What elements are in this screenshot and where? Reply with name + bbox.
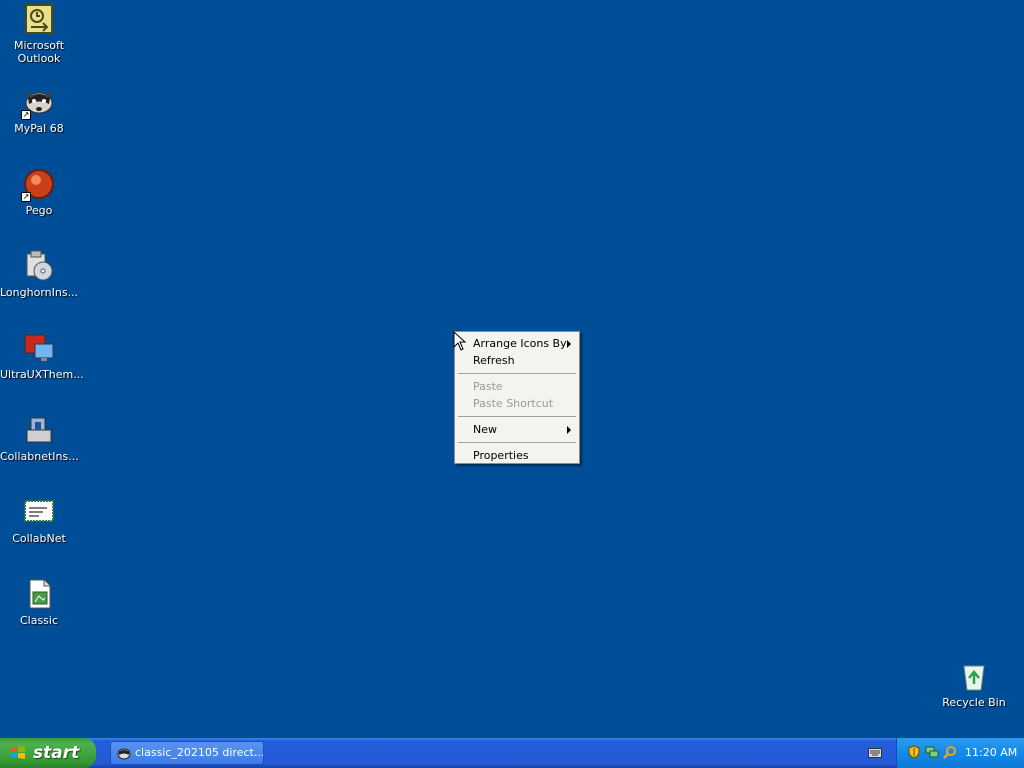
desktop-icon-collabnet[interactable]: CollabNet: [0, 496, 78, 545]
icon-label: CollabNet: [12, 532, 66, 545]
desktop[interactable]: Microsoft Outlook ↗ MyPal 68 ↗ Pego Long…: [0, 0, 1024, 738]
desktop-icon-ultrauxtheme[interactable]: UltraUXThem...: [0, 332, 84, 381]
desktop-icon-classic[interactable]: Classic: [0, 578, 78, 627]
desktop-icon-mypal[interactable]: ↗ MyPal 68: [0, 86, 78, 135]
desktop-icon-longhornins[interactable]: LonghornIns...: [0, 250, 78, 299]
submenu-arrow-icon: [567, 340, 571, 348]
document-icon: [23, 578, 55, 610]
recycle-bin-icon: [958, 660, 990, 692]
icon-label: UltraUXThem...: [0, 368, 84, 381]
menu-item-arrange-icons-by[interactable]: Arrange Icons By: [455, 335, 579, 352]
menu-item-label: Properties: [473, 449, 529, 462]
desktop-icon-recycle-bin[interactable]: Recycle Bin: [935, 660, 1013, 709]
network-icon[interactable]: [925, 745, 939, 759]
desktop-icon-collabnetins[interactable]: CollabnetIns...: [0, 414, 79, 463]
menu-item-paste-shortcut: Paste Shortcut: [455, 395, 579, 412]
system-tray: 11:20 AM: [896, 738, 1024, 768]
raccoon-icon: ↗: [21, 86, 55, 120]
setup-icon: [23, 414, 55, 446]
menu-item-label: Refresh: [473, 354, 515, 367]
outlook-icon: [23, 3, 55, 35]
desktop-context-menu: Arrange Icons By Refresh Paste Paste Sho…: [454, 331, 580, 464]
menu-separator: [458, 373, 576, 374]
clock[interactable]: 11:20 AM: [965, 738, 1017, 768]
desktop-icon-microsoft-outlook[interactable]: Microsoft Outlook: [0, 3, 78, 65]
menu-item-label: Paste Shortcut: [473, 397, 554, 410]
windows-flag-icon: [11, 746, 25, 759]
display-icon: [23, 332, 55, 364]
security-shield-icon[interactable]: [907, 745, 921, 759]
icon-label: Recycle Bin: [942, 696, 1006, 709]
shortcut-arrow-icon: ↗: [21, 110, 31, 120]
menu-item-properties[interactable]: Properties: [455, 447, 579, 464]
installer-icon: [23, 250, 55, 282]
start-label: start: [33, 743, 80, 763]
icon-label: Classic: [19, 614, 59, 627]
taskbar: start classic_202105 direct... 11:20 AM: [0, 738, 1024, 768]
icon-label: Pego: [25, 204, 53, 217]
icon-label: MyPal 68: [14, 122, 64, 135]
search-icon[interactable]: [943, 745, 957, 759]
icon-label: LonghornIns...: [0, 286, 79, 299]
menu-separator: [458, 416, 576, 417]
taskbar-window-button[interactable]: classic_202105 direct...: [110, 741, 264, 765]
desktop-icon-pego[interactable]: ↗ Pego: [0, 168, 78, 217]
pego-icon: ↗: [21, 168, 55, 202]
menu-item-new[interactable]: New: [455, 421, 579, 438]
app-icon: [117, 748, 131, 760]
start-button[interactable]: start: [0, 738, 96, 768]
menu-separator: [458, 442, 576, 443]
shortcut-arrow-icon: ↗: [21, 192, 31, 202]
menu-item-label: New: [473, 423, 497, 436]
menu-item-label: Paste: [473, 380, 503, 393]
icon-label: CollabnetIns...: [0, 450, 79, 463]
menu-item-paste: Paste: [455, 378, 579, 395]
keyboard-icon[interactable]: [868, 748, 882, 758]
menu-item-refresh[interactable]: Refresh: [455, 352, 579, 369]
submenu-arrow-icon: [567, 426, 571, 434]
icon-label: Microsoft Outlook: [13, 39, 65, 65]
taskbar-window-label: classic_202105 direct...: [135, 746, 264, 759]
mouse-cursor-icon: [453, 331, 467, 351]
certificate-icon: [23, 496, 55, 528]
menu-item-label: Arrange Icons By: [473, 337, 567, 350]
